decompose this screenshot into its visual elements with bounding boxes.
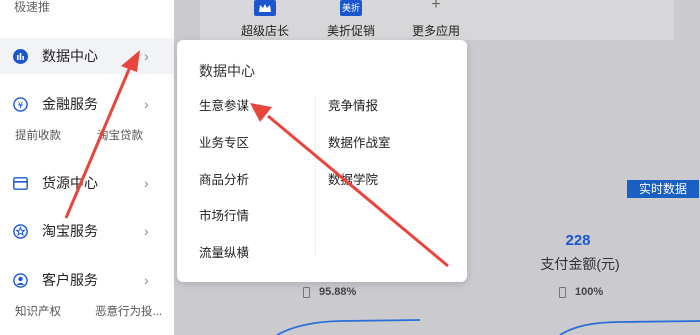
arrow-to-data-center xyxy=(64,66,132,219)
arrow-head-icon xyxy=(250,103,272,122)
annotation-arrows xyxy=(64,50,449,268)
arrow-head-icon xyxy=(121,50,140,72)
arrow-to-business-advisor xyxy=(267,114,449,268)
